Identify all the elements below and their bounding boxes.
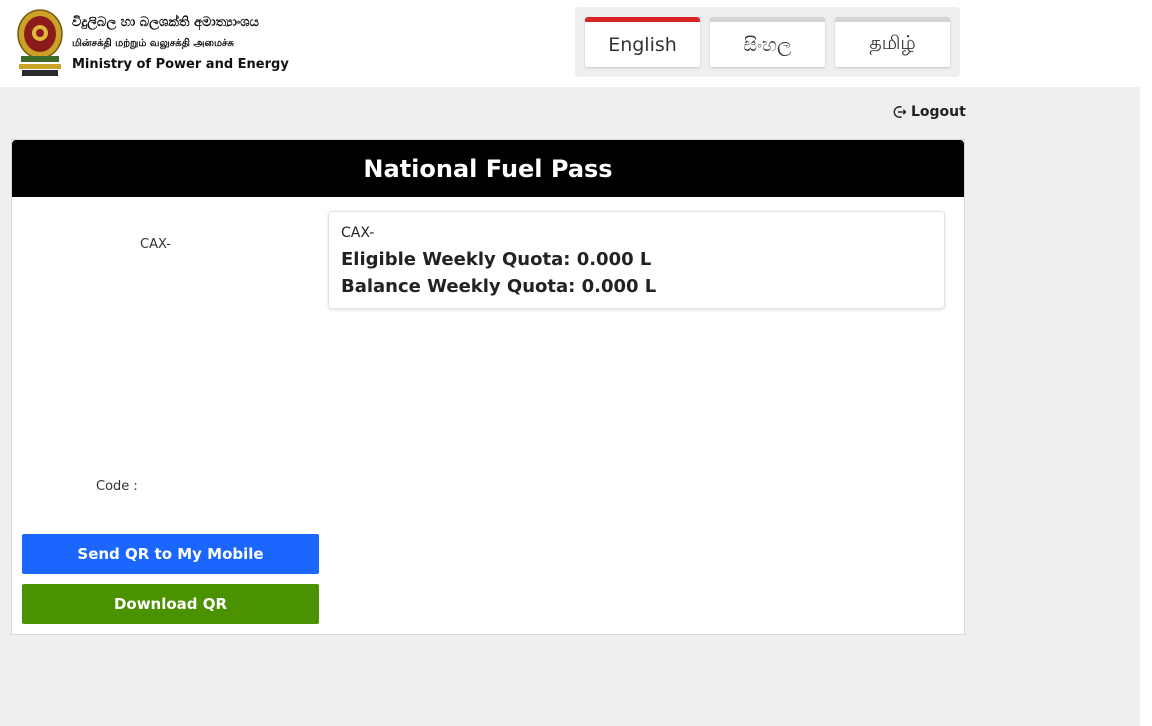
ministry-name-tamil: மின்சக்தி மற்றும் வலுசக்தி அமைச்சு [72,38,235,49]
language-tab-english[interactable]: English [585,17,700,67]
ministry-name-sinhala: විදුලිබල හා බලශක්ති අමාත්‍යාංශය [72,15,259,30]
ministry-title: විදුලිබල හා බලශක්ති අමාත්‍යාංශය மின்சக்த… [72,12,289,75]
fuel-pass-card: National Fuel Pass CAX- Code : Send QR t… [11,139,965,635]
vehicle-number: CAX- [140,237,171,252]
quota-vehicle-number: CAX- [341,225,375,241]
logout-link[interactable]: Logout [893,104,966,120]
eligible-weekly-quota: Eligible Weekly Quota: 0.000 L [341,249,652,270]
language-tab-sinhala[interactable]: සිංහල [710,17,825,67]
code-label: Code : [96,479,138,494]
language-selector: English සිංහල தமிழ் [575,7,960,77]
balance-weekly-quota: Balance Weekly Quota: 0.000 L [341,276,657,297]
logout-label: Logout [911,104,966,120]
download-qr-button[interactable]: Download QR [22,584,319,624]
language-tab-tamil[interactable]: தமிழ் [835,17,950,67]
ministry-name-english: Ministry of Power and Energy [72,57,289,72]
logout-icon [893,106,907,118]
quota-panel: CAX- Eligible Weekly Quota: 0.000 L Bala… [328,211,945,309]
card-title: National Fuel Pass [12,140,964,197]
send-qr-button[interactable]: Send QR to My Mobile [22,534,319,574]
sri-lanka-emblem-icon [15,6,65,78]
page-header: විදුලිබල හා බලශක්ති අමාත්‍යාංශය மின்சக்த… [0,0,1152,87]
